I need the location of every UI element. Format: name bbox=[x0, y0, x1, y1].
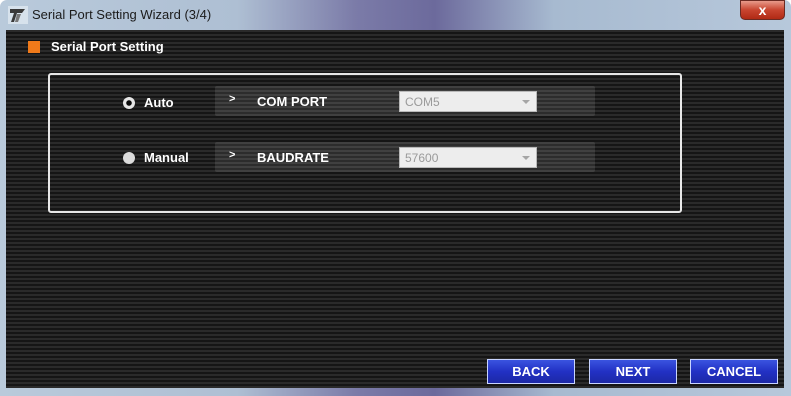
com-port-select[interactable]: COM5 bbox=[399, 91, 537, 112]
auto-radio-label: Auto bbox=[144, 95, 174, 110]
baudrate-label: BAUDRATE bbox=[257, 150, 329, 165]
dropdown-caret-icon[interactable] bbox=[522, 100, 530, 104]
baudrate-row: > BAUDRATE 57600 bbox=[215, 142, 595, 172]
window-title: Serial Port Setting Wizard (3/4) bbox=[32, 7, 212, 22]
cancel-button[interactable]: CANCEL bbox=[690, 359, 778, 384]
manual-radio-label: Manual bbox=[144, 150, 189, 165]
wizard-content: Serial Port Setting Auto > COM PORT COM5… bbox=[6, 30, 784, 388]
section-title: Serial Port Setting bbox=[51, 39, 164, 54]
close-button[interactable]: x bbox=[740, 0, 785, 20]
settings-panel: Auto > COM PORT COM5 Manual > BAUDRATE 5… bbox=[48, 73, 682, 213]
next-button[interactable]: NEXT bbox=[589, 359, 677, 384]
section-header: Serial Port Setting bbox=[6, 30, 784, 62]
baudrate-value: 57600 bbox=[405, 151, 439, 165]
dropdown-caret-icon[interactable] bbox=[522, 156, 530, 160]
chevron-right-icon: > bbox=[229, 149, 236, 161]
wizard-window: Serial Port Setting Wizard (3/4) x Seria… bbox=[0, 0, 791, 396]
orange-square-icon bbox=[28, 41, 40, 53]
com-port-label: COM PORT bbox=[257, 94, 328, 109]
chevron-right-icon: > bbox=[229, 93, 236, 105]
com-port-row: > COM PORT COM5 bbox=[215, 86, 595, 116]
com-port-value: COM5 bbox=[405, 95, 440, 109]
back-button[interactable]: BACK bbox=[487, 359, 575, 384]
manual-radio-button[interactable] bbox=[123, 152, 135, 164]
title-bar[interactable]: Serial Port Setting Wizard (3/4) x bbox=[0, 0, 791, 30]
baudrate-select[interactable]: 57600 bbox=[399, 147, 537, 168]
auto-radio-button[interactable] bbox=[123, 97, 135, 109]
app-logo-icon bbox=[8, 6, 28, 24]
